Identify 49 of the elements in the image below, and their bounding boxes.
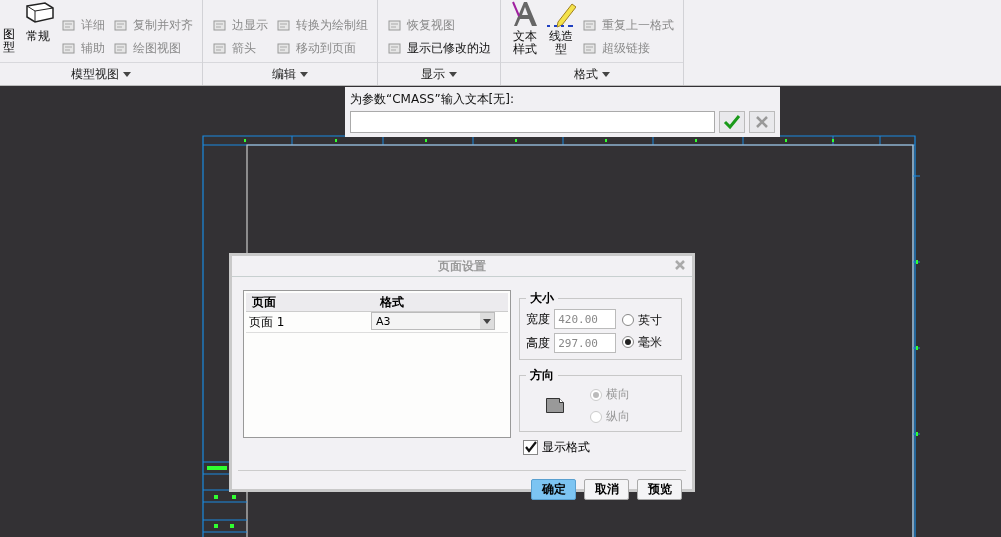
table-cell-text: 页面 1 — [248, 313, 286, 331]
dialog-title: 页面设置 — [438, 257, 486, 275]
column-header: 格式 — [379, 293, 405, 311]
show-format-checkbox[interactable]: 显示格式 — [519, 439, 682, 456]
caret-icon[interactable] — [300, 71, 308, 77]
ribbon-tool-button[interactable]: 显示已修改的边 — [387, 37, 491, 60]
close-icon — [755, 115, 770, 129]
caret-icon[interactable] — [449, 71, 457, 77]
group-title: 大小 — [529, 290, 556, 307]
tool-icon — [276, 41, 292, 56]
group-label: 编辑 — [272, 65, 296, 83]
column-header: 页面 — [251, 293, 277, 311]
check-icon — [723, 114, 742, 130]
tool-icon — [61, 18, 77, 33]
tool-icon — [387, 41, 403, 56]
text-style-button[interactable]: 文本样式 — [510, 0, 540, 56]
accept-button[interactable] — [719, 111, 746, 133]
tool-icon — [212, 41, 228, 56]
tool-icon — [212, 18, 228, 33]
tool-icon — [113, 41, 129, 56]
height-field[interactable]: 297.00 — [554, 333, 617, 353]
caret-icon[interactable] — [602, 71, 610, 77]
caret-icon[interactable] — [123, 71, 131, 77]
tool-icon — [113, 18, 129, 33]
page-icon — [546, 398, 565, 413]
prompt-label: 为参数“CMASS”输入文本[无]: — [350, 91, 515, 108]
group-title: 方向 — [529, 367, 556, 384]
tool-icon — [387, 18, 403, 33]
field-label: 宽度 — [526, 310, 551, 328]
group-label: 格式 — [574, 65, 598, 83]
tool-icon — [582, 41, 598, 56]
unit-radio[interactable]: 英寸 — [622, 311, 675, 329]
general-view-button[interactable]: 常规 — [21, 0, 55, 43]
tool-icon — [582, 18, 598, 33]
dialog-button[interactable]: 取消 — [584, 479, 629, 500]
text-input-field[interactable] — [350, 111, 716, 133]
check-icon — [524, 441, 538, 454]
dialog-button[interactable]: 预览 — [637, 479, 682, 500]
dialog-button[interactable]: 确定 — [531, 479, 576, 500]
view-button[interactable]: 图型 — [3, 28, 15, 55]
group-label: 模型视图 — [71, 65, 119, 83]
tool-icon — [276, 18, 292, 33]
field-label: 高度 — [526, 334, 551, 352]
unit-radio[interactable]: 毫米 — [622, 333, 675, 351]
tool-icon — [61, 41, 77, 56]
group-label: 显示 — [421, 65, 445, 83]
line-style-button[interactable]: 线造型 — [546, 0, 576, 56]
format-dropdown[interactable]: A3 — [371, 312, 495, 330]
width-field[interactable]: 420.00 — [554, 309, 617, 329]
